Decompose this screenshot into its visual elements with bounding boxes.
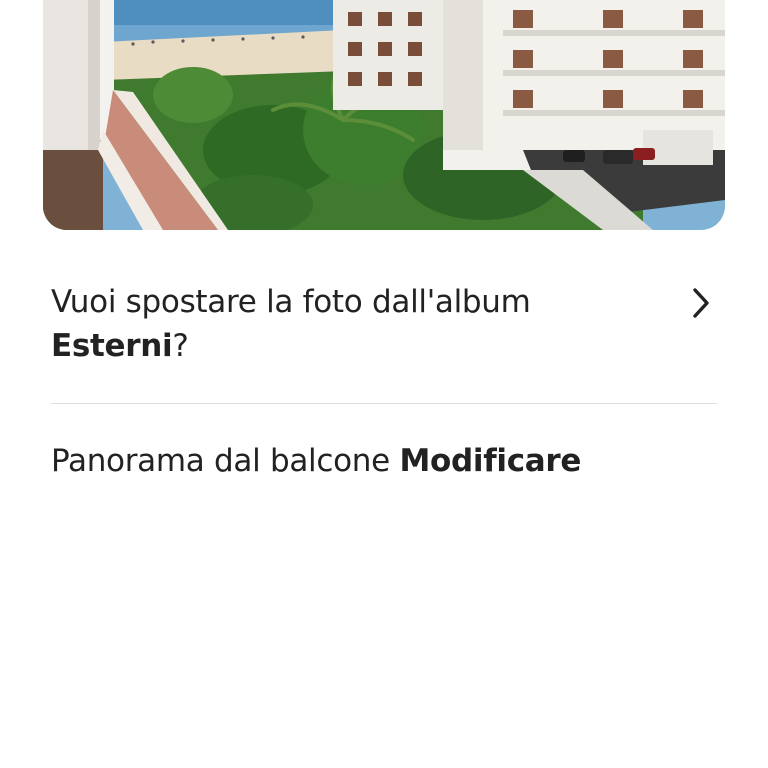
photo-caption-title: Panorama dal balcone xyxy=(51,443,390,479)
album-name: Esterni xyxy=(51,328,173,364)
edit-caption-link[interactable]: Modificare xyxy=(399,443,581,479)
move-album-row[interactable]: Vuoi spostare la foto dall'album Esterni… xyxy=(51,280,717,370)
move-album-prompt: Vuoi spostare la foto dall'album Esterni… xyxy=(51,280,651,368)
section-divider xyxy=(51,403,717,404)
photo-detail-page: Vuoi spostare la foto dall'album Esterni… xyxy=(0,0,768,768)
listing-photo[interactable] xyxy=(43,0,725,230)
balcony-sea-view-image xyxy=(43,0,725,230)
photo-caption-row: Panorama dal balcone Modificare xyxy=(51,438,717,484)
question-mark: ? xyxy=(172,328,189,364)
chevron-right-icon[interactable] xyxy=(687,286,715,320)
move-album-prompt-text: Vuoi spostare la foto dall'album xyxy=(51,284,531,320)
